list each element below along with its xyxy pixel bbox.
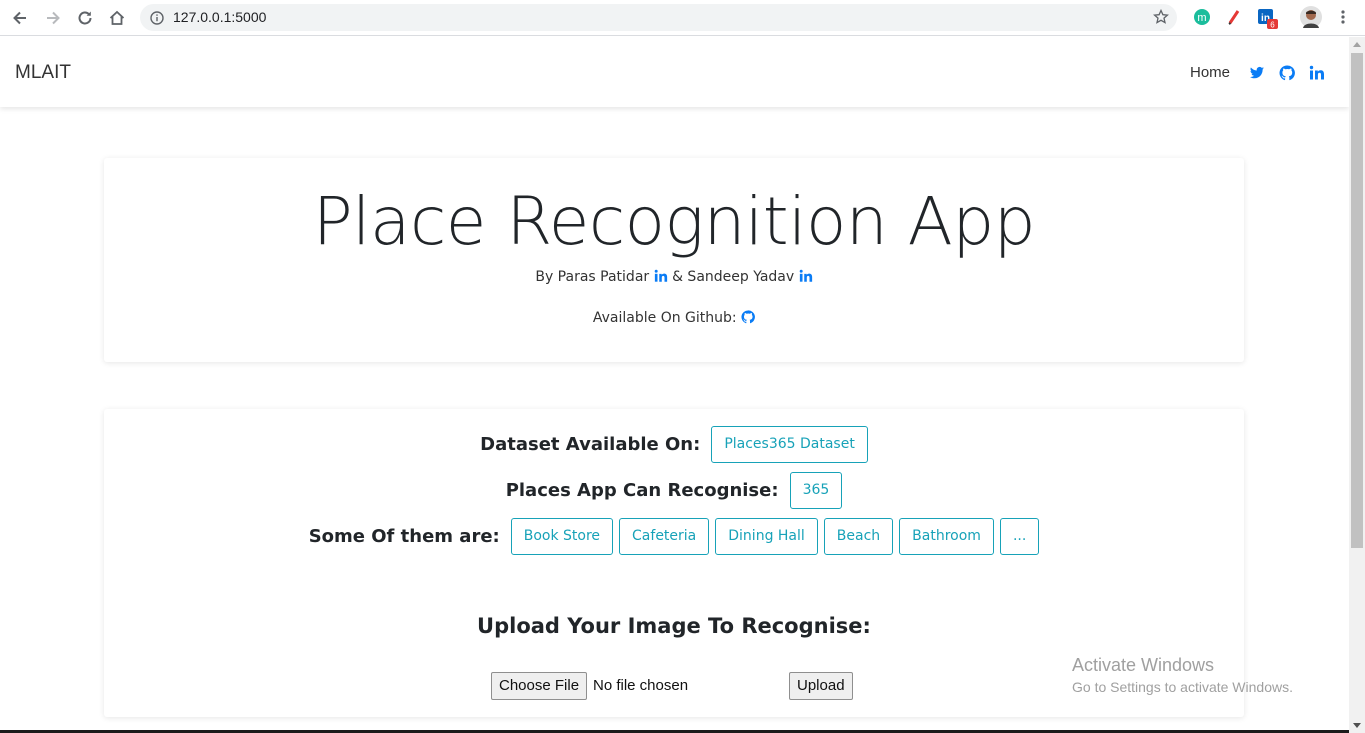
profile-avatar[interactable] [1300, 6, 1322, 28]
examples-label: Some Of them are: [308, 526, 500, 547]
info-icon[interactable] [150, 10, 164, 25]
recognise-count-button[interactable]: 365 [789, 472, 843, 509]
repo-github-icon[interactable] [741, 310, 756, 324]
extension-pen-icon[interactable] [1224, 7, 1244, 27]
dataset-row: Dataset Available On: Places365 Dataset [104, 426, 1244, 463]
author-two-linkedin-icon[interactable] [799, 269, 813, 283]
example-more-button[interactable]: ... [999, 518, 1040, 555]
svg-text:m: m [1197, 12, 1206, 24]
scroll-up-icon[interactable] [1353, 42, 1361, 47]
page-viewport: MLAIT Home Place Recognition App By Para… [0, 37, 1349, 733]
example-dining-hall-button[interactable]: Dining Hall [715, 518, 818, 555]
example-beach-button[interactable]: Beach [823, 518, 894, 555]
example-bathroom-button[interactable]: Bathroom [899, 518, 994, 555]
author-one: By Paras Patidar [535, 269, 650, 285]
address-bar[interactable]: 127.0.0.1:5000 [140, 4, 1177, 31]
examples-row: Some Of them are: Book Store Cafeteria D… [104, 518, 1244, 555]
author-two: & Sandeep Yadav [672, 269, 795, 285]
site-navbar: MLAIT Home [0, 37, 1349, 107]
twitter-icon[interactable] [1249, 65, 1265, 81]
extension-badge: 6 [1270, 21, 1275, 30]
author-line: By Paras Patidar & Sandeep Yadav [104, 269, 1244, 285]
extension-linkedin-icon[interactable]: in 6 [1256, 7, 1278, 30]
browser-toolbar: 127.0.0.1:5000 m in 6 [0, 0, 1365, 36]
scrollbar-thumb[interactable] [1351, 53, 1363, 548]
example-book-store-button[interactable]: Book Store [510, 518, 614, 555]
watermark-subtitle: Go to Settings to activate Windows. [1072, 679, 1293, 695]
github-line: Available On Github: [104, 310, 1244, 326]
home-icon[interactable] [107, 8, 127, 28]
scroll-down-icon[interactable] [1353, 723, 1361, 728]
file-status-text: No file chosen [593, 677, 689, 694]
brand-logo[interactable]: MLAIT [15, 62, 71, 84]
back-icon[interactable] [10, 8, 30, 28]
nav-home-link[interactable]: Home [1190, 64, 1230, 81]
upload-title: Upload Your Image To Recognise: [477, 614, 871, 638]
hero-card: Place Recognition App By Paras Patidar &… [104, 158, 1244, 362]
forward-icon[interactable] [43, 8, 63, 28]
recognise-row: Places App Can Recognise: 365 [104, 472, 1244, 509]
reload-icon[interactable] [75, 8, 95, 28]
page-scrollbar[interactable] [1349, 37, 1365, 733]
github-icon[interactable] [1279, 65, 1295, 81]
github-label: Available On Github: [592, 310, 737, 326]
dataset-label: Dataset Available On: [480, 434, 701, 455]
recognise-label: Places App Can Recognise: [505, 480, 779, 501]
watermark-title: Activate Windows [1072, 655, 1215, 675]
author-one-linkedin-icon[interactable] [654, 269, 668, 283]
example-cafeteria-button[interactable]: Cafeteria [619, 518, 710, 555]
dataset-button[interactable]: Places365 Dataset [711, 426, 868, 463]
url-text: 127.0.0.1:5000 [173, 9, 267, 25]
activate-windows-watermark: Activate Windows Go to Settings to activ… [1072, 655, 1293, 695]
extension-m-icon[interactable]: m [1192, 7, 1212, 27]
upload-button[interactable]: Upload [789, 672, 853, 700]
page-title: Place Recognition App [312, 183, 1036, 260]
bookmark-star-icon[interactable] [1153, 8, 1169, 25]
choose-file-button[interactable]: Choose File [491, 672, 588, 700]
linkedin-icon[interactable] [1309, 65, 1325, 81]
browser-menu-icon[interactable] [1336, 7, 1350, 27]
